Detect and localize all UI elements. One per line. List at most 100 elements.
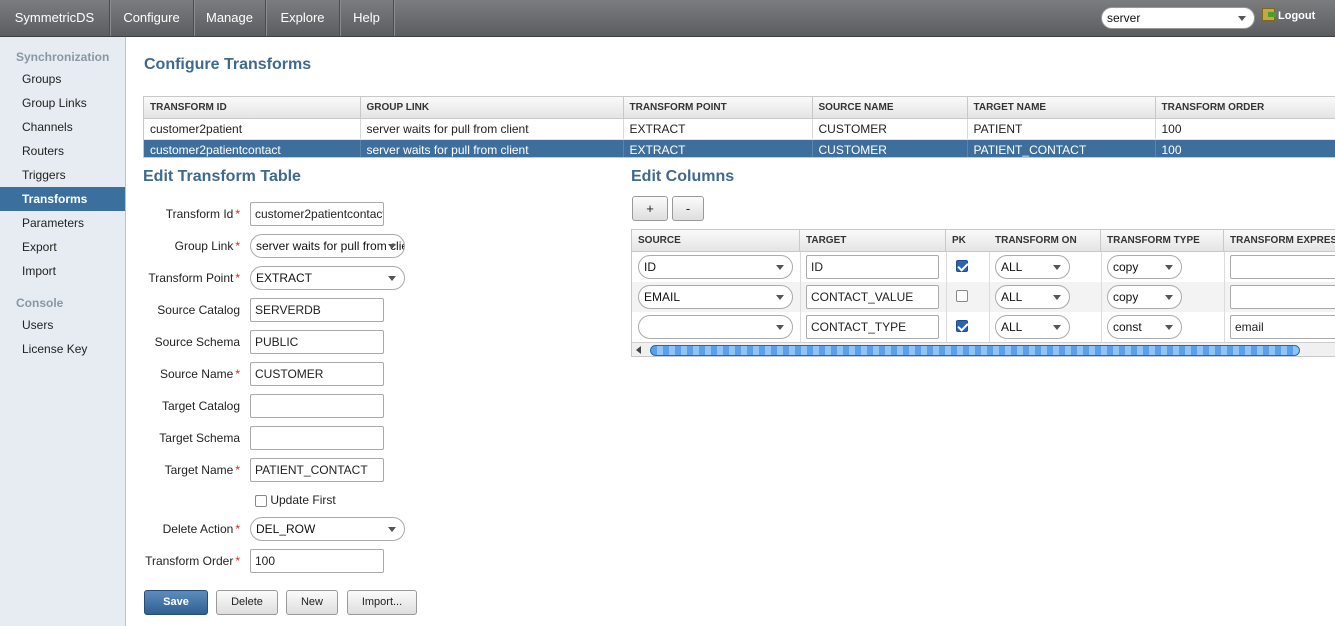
column-divider [800,252,801,342]
target-schema-field[interactable] [250,426,384,450]
server-select-value: server [1107,11,1141,25]
transform-type-value: copy [1113,260,1139,274]
sidebar-item-triggers[interactable]: Triggers [0,163,125,187]
column-header[interactable]: TRANSFORM POINT [623,97,813,119]
transform-point-select[interactable]: EXTRACT [250,266,405,290]
chevron-down-icon [1053,325,1061,330]
table-cell: 100 [1155,139,1335,157]
scroll-left-icon[interactable] [636,346,641,354]
pk-checkbox[interactable] [956,290,968,302]
nav-configure[interactable]: Configure [110,0,194,36]
delete-action-select[interactable]: DEL_ROW [250,517,405,541]
target-field[interactable]: CONTACT_TYPE [806,315,939,339]
nav-manage[interactable]: Manage [194,0,266,36]
table-row-selected[interactable]: customer2patientcontact server waits for… [144,139,1335,157]
target-field[interactable]: ID [806,255,939,279]
source-catalog-field[interactable]: SERVERDB [250,298,384,322]
table-row[interactable]: customer2patient server waits for pull f… [144,118,1335,140]
add-column-button[interactable]: + [632,196,668,221]
scrollbar-thumb[interactable] [650,345,1300,356]
nav-explore[interactable]: Explore [266,0,340,36]
sidebar-item-channels[interactable]: Channels [0,115,125,139]
logout-label: Logout [1278,10,1316,22]
source-select[interactable] [638,315,793,339]
delete-button[interactable]: Delete [216,590,278,615]
transform-order-field[interactable]: 100 [250,549,384,573]
expression-field[interactable] [1230,285,1335,309]
transform-id-field[interactable]: customer2patientcontact [250,202,384,226]
column-header[interactable]: TRANSFORM ORDER [1155,97,1335,119]
sidebar-item-groups[interactable]: Groups [0,67,125,91]
import-button[interactable]: Import... [347,590,417,615]
column-header[interactable]: PK [946,230,990,252]
sidebar-item-routers[interactable]: Routers [0,139,125,163]
expression-field[interactable]: email [1230,315,1335,339]
transform-type-value: const [1113,320,1142,334]
group-link-select[interactable]: server waits for pull from client [250,234,405,258]
target-catalog-field[interactable] [250,394,384,418]
column-divider [1101,252,1102,342]
table-row[interactable]: ID ID ALL copy [632,252,1335,282]
column-divider [946,252,947,342]
table-cell: server waits for pull from client [360,139,624,157]
target-field[interactable]: CONTACT_VALUE [806,285,939,309]
target-name-field[interactable]: PATIENT_CONTACT [250,458,384,482]
new-button[interactable]: New [286,590,338,615]
column-header[interactable]: TRANSFORM TYPE [1101,230,1224,252]
chevron-down-icon [776,325,784,330]
columns-table: SOURCE TARGET PK TRANSFORM ON TRANSFORM … [631,229,1335,357]
table-row[interactable]: EMAIL CONTACT_VALUE ALL copy [632,282,1335,312]
source-schema-field[interactable]: PUBLIC [250,330,384,354]
edit-columns-title: Edit Columns [631,168,735,185]
table-cell: EXTRACT [623,139,813,157]
sidebar-heading-synchronization: Synchronization [16,50,110,64]
source-value: ID [644,260,656,274]
nav-help[interactable]: Help [340,0,394,36]
save-button[interactable]: Save [144,590,208,615]
source-select[interactable]: ID [638,255,793,279]
column-header[interactable]: SOURCE [632,230,800,252]
table-row[interactable]: CONTACT_TYPE ALL const email [632,312,1335,342]
update-first-option[interactable]: Update First [255,493,336,507]
transform-on-select[interactable]: ALL [995,285,1070,309]
column-header[interactable]: TRANSFORM ON [989,230,1101,252]
column-divider [1224,252,1225,342]
column-header[interactable]: TARGET NAME [967,97,1156,119]
column-header[interactable]: GROUP LINK [360,97,624,119]
column-header[interactable]: TRANSFORM ID [144,97,361,119]
pk-checkbox[interactable] [956,260,968,272]
expression-field[interactable] [1230,255,1335,279]
transform-type-select[interactable]: const [1107,315,1182,339]
column-header[interactable]: TRANSFORM EXPRESSION [1224,230,1335,252]
transform-type-select[interactable]: copy [1107,285,1182,309]
group-link-value: server waits for pull from client [256,239,405,253]
group-link-label: Group Link * [174,239,240,253]
transform-type-select[interactable]: copy [1107,255,1182,279]
edit-transform-table-title: Edit Transform Table [143,168,301,185]
sidebar-item-group-links[interactable]: Group Links [0,91,125,115]
target-catalog-label: Target Catalog [161,399,240,413]
transform-on-select[interactable]: ALL [995,255,1070,279]
chevron-down-icon [1053,265,1061,270]
source-name-field[interactable]: CUSTOMER [250,362,384,386]
transform-on-select[interactable]: ALL [995,315,1070,339]
table-cell: PATIENT [967,118,1156,140]
transform-order-label: Transform Order * [145,554,240,568]
table-cell: CUSTOMER [812,118,968,140]
pk-checkbox[interactable] [956,320,968,332]
update-first-checkbox[interactable] [255,494,267,507]
transform-point-value: EXTRACT [256,271,313,285]
horizontal-scrollbar[interactable] [632,342,1335,356]
column-header[interactable]: TARGET [800,230,946,252]
remove-column-button[interactable]: - [672,196,704,221]
chevron-down-icon [388,244,396,249]
table-cell: PATIENT_CONTACT [967,139,1156,157]
nav-brand[interactable]: SymmetricDS [0,0,110,36]
delete-action-value: DEL_ROW [256,522,316,536]
source-select[interactable]: EMAIL [638,285,793,309]
logout-button[interactable]: Logout [1262,8,1315,24]
table-cell: customer2patientcontact [144,139,361,157]
table-cell: 100 [1155,118,1335,140]
column-header[interactable]: SOURCE NAME [812,97,968,119]
server-select[interactable]: server [1101,7,1255,29]
